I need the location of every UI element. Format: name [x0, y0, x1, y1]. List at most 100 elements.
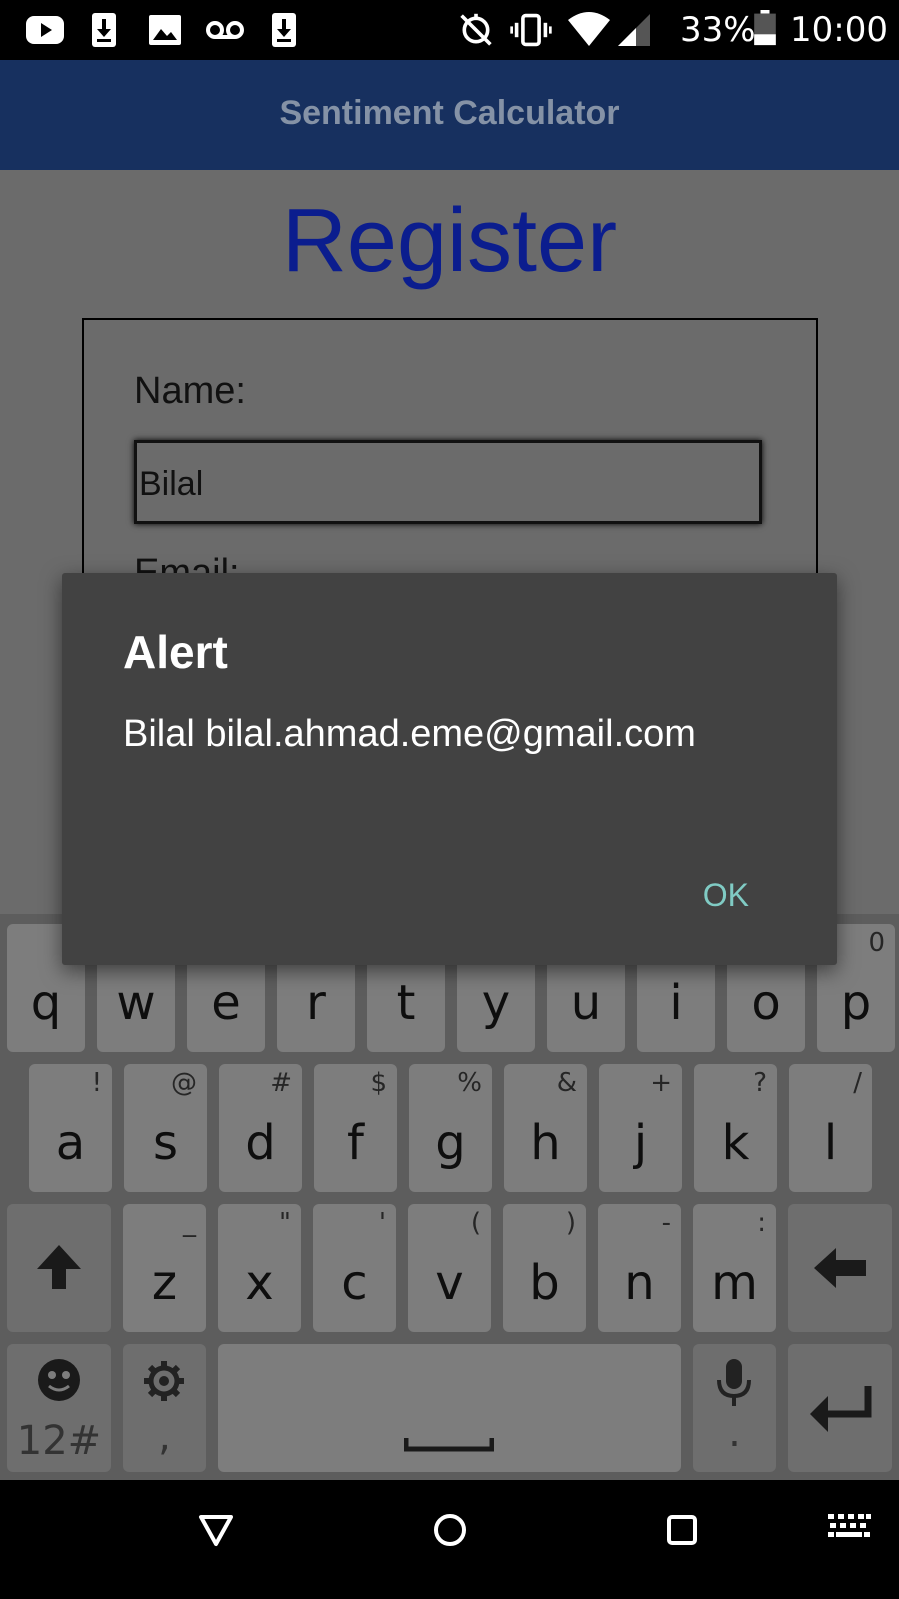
key-hint: + [650, 1068, 672, 1098]
wifi-icon [568, 12, 610, 46]
battery-percent: 33% [680, 10, 756, 50]
key-hint: ' [378, 1208, 386, 1238]
download-icon [92, 13, 116, 47]
mic-period-key[interactable]: . [693, 1344, 776, 1472]
key-label: v [435, 1255, 464, 1312]
gear-icon [144, 1361, 184, 1401]
app-title: Sentiment Calculator [279, 94, 620, 132]
key-v[interactable]: v( [408, 1204, 491, 1332]
key-label: r [306, 975, 326, 1032]
key-hint: ? [753, 1068, 767, 1098]
recents-icon[interactable] [664, 1512, 700, 1548]
name-field[interactable]: Bilal [134, 440, 762, 524]
voicemail-icon [206, 21, 244, 39]
key-label: x [245, 1255, 274, 1312]
key-hint: _ [183, 1208, 196, 1238]
key-hint: ( [470, 1208, 481, 1238]
key-z[interactable]: z _ [123, 1204, 206, 1332]
comma-label: , [158, 1414, 171, 1460]
enter-key[interactable] [788, 1344, 892, 1472]
key-hint: $ [370, 1068, 387, 1098]
key-label: c [341, 1255, 368, 1312]
key-c[interactable]: c ' [313, 1204, 396, 1332]
name-label: Name: [134, 370, 246, 412]
download-icon [272, 13, 296, 47]
key-hint: % [457, 1068, 482, 1098]
symbols-label: 12# [16, 1418, 102, 1464]
enter-icon [810, 1386, 872, 1432]
key-d[interactable]: d # [219, 1064, 302, 1192]
key-x[interactable]: x " [218, 1204, 301, 1332]
dialog-message: Bilal bilal.ahmad.eme@gmail.com [123, 713, 696, 755]
key-hint: & [556, 1068, 577, 1098]
back-icon[interactable] [198, 1512, 234, 1548]
key-a[interactable]: a! [29, 1064, 112, 1192]
name-field-value: Bilal [139, 465, 204, 503]
alert-dialog: Alert Bilal bilal.ahmad.eme@gmail.com OK [62, 573, 837, 965]
key-label: d [245, 1115, 276, 1172]
vibrate-icon [510, 13, 552, 47]
key-label: w [116, 975, 156, 1032]
key-label: z [151, 1255, 178, 1312]
key-label: g [435, 1115, 466, 1172]
backspace-icon [814, 1248, 866, 1288]
key-k[interactable]: k? [694, 1064, 777, 1192]
key-label: k [721, 1115, 750, 1172]
signal-icon [618, 14, 650, 46]
key-label: b [529, 1255, 560, 1312]
key-label: p [840, 975, 872, 1032]
youtube-icon [26, 16, 64, 44]
key-label: i [669, 975, 683, 1032]
key-label: o [751, 975, 781, 1032]
shift-icon [37, 1245, 81, 1289]
status-bar: 33% 10:00 [0, 0, 899, 60]
key-h[interactable]: h & [504, 1064, 587, 1192]
key-hint: " [279, 1208, 291, 1238]
clock: 10:00 [790, 10, 888, 50]
key-label: q [30, 975, 62, 1032]
key-n[interactable]: n- [598, 1204, 681, 1332]
key-l[interactable]: l / [789, 1064, 872, 1192]
key-label: a [55, 1115, 86, 1172]
settings-comma-key[interactable]: , [123, 1344, 206, 1472]
key-label: s [152, 1115, 178, 1172]
key-m[interactable]: m: [693, 1204, 776, 1332]
key-hint: @ [171, 1068, 197, 1098]
period-label: . [728, 1410, 741, 1456]
shift-key[interactable] [7, 1204, 111, 1332]
backspace-key[interactable] [788, 1204, 892, 1332]
key-label: m [711, 1255, 758, 1312]
app-bar: Sentiment Calculator [0, 60, 899, 170]
key-g[interactable]: g% [409, 1064, 492, 1192]
emoji-icon [38, 1359, 80, 1401]
key-j[interactable]: j + [599, 1064, 682, 1192]
key-label: t [396, 975, 416, 1032]
key-b[interactable]: b) [503, 1204, 586, 1332]
key-hint: / [853, 1068, 862, 1098]
key-hint: ! [91, 1068, 102, 1098]
soft-keyboard: qwertyuiop0 a! s @ d # f $ g% h & j + k? l / z _ x " c ' v(b… [0, 914, 899, 1480]
symbols-key[interactable]: 12# [7, 1344, 111, 1472]
dialog-title: Alert [123, 626, 228, 678]
key-label: f [347, 1115, 364, 1172]
ok-button[interactable]: OK [695, 873, 757, 918]
image-icon [149, 15, 181, 45]
keyboard-icon[interactable] [826, 1512, 872, 1546]
home-icon[interactable] [432, 1512, 468, 1548]
key-f[interactable]: f $ [314, 1064, 397, 1192]
space-key[interactable] [218, 1344, 681, 1472]
key-hint: : [757, 1208, 766, 1238]
key-label: n [624, 1255, 655, 1312]
key-hint: - [661, 1208, 671, 1238]
key-label: u [570, 975, 602, 1032]
key-label: e [211, 975, 241, 1032]
navigation-bar [0, 1480, 899, 1599]
key-hint: # [270, 1068, 292, 1098]
key-hint: 0 [868, 928, 885, 958]
key-label: l [823, 1115, 838, 1172]
auto-rotate-off-icon [460, 13, 492, 46]
key-hint: ) [565, 1208, 576, 1238]
space-bar-icon [404, 1438, 494, 1452]
battery-icon [754, 10, 776, 46]
key-s[interactable]: s @ [124, 1064, 207, 1192]
